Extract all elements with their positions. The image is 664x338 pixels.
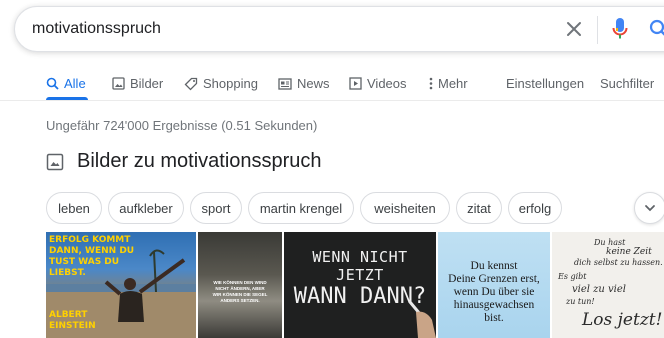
image-caption: zu tun! xyxy=(566,297,595,306)
search-tabs: Alle Bilder Shopping News Videos Mehr Ei… xyxy=(0,70,664,100)
chip[interactable]: sport xyxy=(190,192,242,224)
image-caption: hinausgewachsen xyxy=(453,299,535,311)
tab-label: Suchfilter xyxy=(600,76,655,91)
image-result[interactable]: WENN NICHT JETZT WANN DANN? xyxy=(284,232,436,338)
search-box[interactable]: motivationsspruch xyxy=(14,6,664,52)
image-result[interactable]: Du kennst Deine Grenzen erst, wenn Du üb… xyxy=(438,232,550,338)
image-result[interactable]: ERFOLG KOMMT DANN, WENN DU TUST WAS DU L… xyxy=(46,232,196,338)
image-caption: keine Zeit xyxy=(606,247,652,257)
tag-icon xyxy=(184,77,198,90)
search-divider xyxy=(597,16,598,44)
tab-shopping[interactable]: Shopping xyxy=(184,76,258,91)
image-caption: ANDERS SETZEN. xyxy=(220,298,260,303)
search-input[interactable]: motivationsspruch xyxy=(32,20,161,38)
image-caption: ALBERT xyxy=(49,310,88,320)
chip[interactable]: zitat xyxy=(456,192,502,224)
tabs-divider xyxy=(0,100,664,101)
more-vert-icon xyxy=(429,77,433,90)
images-section-heading: Bilder zu motivationsspruch xyxy=(46,150,322,173)
tab-einstellungen[interactable]: Einstellungen xyxy=(506,76,584,91)
image-result[interactable]: WIE KÖNNEN DEN WIND NICHT ÄNDERN, ABER W… xyxy=(198,232,282,338)
image-caption: DANN, WENN DU xyxy=(49,246,135,256)
image-caption: Es gibt xyxy=(558,272,587,281)
search-icon[interactable] xyxy=(648,18,664,40)
chip[interactable]: erfolg xyxy=(508,192,562,224)
tab-label: Bilder xyxy=(130,76,164,91)
image-icon xyxy=(46,153,64,170)
tab-news[interactable]: News xyxy=(278,76,330,91)
news-icon xyxy=(278,77,292,90)
microphone-icon[interactable] xyxy=(612,17,628,41)
chip[interactable]: leben xyxy=(46,192,102,224)
image-caption: Deine Grenzen erst, xyxy=(448,273,540,285)
tab-label: Einstellungen xyxy=(506,76,585,91)
tab-videos[interactable]: Videos xyxy=(349,76,407,91)
chalk-hand xyxy=(408,300,436,338)
images-section-title: Bilder zu motivationsspruch xyxy=(77,150,322,172)
image-caption: TUST WAS DU xyxy=(49,257,120,267)
tab-suchfilter[interactable]: Suchfilter xyxy=(600,76,654,91)
tab-label: Mehr xyxy=(438,76,468,91)
chips-next-button[interactable] xyxy=(634,192,664,224)
image-result[interactable]: Du hast keine Zeit dich selbst zu hassen… xyxy=(552,232,664,338)
image-caption: Du hast xyxy=(594,238,626,247)
image-caption: dich selbst zu hassen. xyxy=(574,258,663,267)
image-caption: bist. xyxy=(484,312,504,324)
image-caption: WIR KÖNNEN DIE SEGEL xyxy=(212,292,268,297)
play-icon xyxy=(349,77,362,90)
tab-alle[interactable]: Alle xyxy=(46,76,86,91)
image-caption: EINSTEIN xyxy=(49,321,96,331)
tab-mehr[interactable]: Mehr xyxy=(429,76,468,91)
image-caption: NICHT ÄNDERN, ABER xyxy=(215,286,265,291)
chip[interactable]: aufkleber xyxy=(108,192,184,224)
chevron-down-icon xyxy=(645,205,655,212)
tab-bilder[interactable]: Bilder xyxy=(112,76,163,91)
tab-label: Videos xyxy=(367,76,407,91)
tab-label: Alle xyxy=(64,76,86,91)
image-caption: ERFOLG KOMMT xyxy=(49,235,131,245)
image-caption: wenn Du über sie xyxy=(453,286,535,298)
tab-label: News xyxy=(297,76,330,91)
image-icon xyxy=(112,77,125,90)
image-caption: viel zu viel xyxy=(572,284,626,295)
image-caption: WIE KÖNNEN DEN WIND xyxy=(213,280,267,285)
close-icon[interactable] xyxy=(563,18,585,40)
image-caption: WENN NICHT JETZT xyxy=(312,248,408,284)
image-caption: LIEBST. xyxy=(49,268,86,278)
image-caption: Los jetzt! xyxy=(582,310,663,330)
chip[interactable]: martin krengel xyxy=(248,192,354,224)
search-icon xyxy=(46,77,59,90)
image-caption: Du kennst xyxy=(470,260,518,272)
chip[interactable]: weisheiten xyxy=(360,192,450,224)
tab-label: Shopping xyxy=(203,76,258,91)
result-stats: Ungefähr 724'000 Ergebnisse (0.51 Sekund… xyxy=(46,118,318,133)
